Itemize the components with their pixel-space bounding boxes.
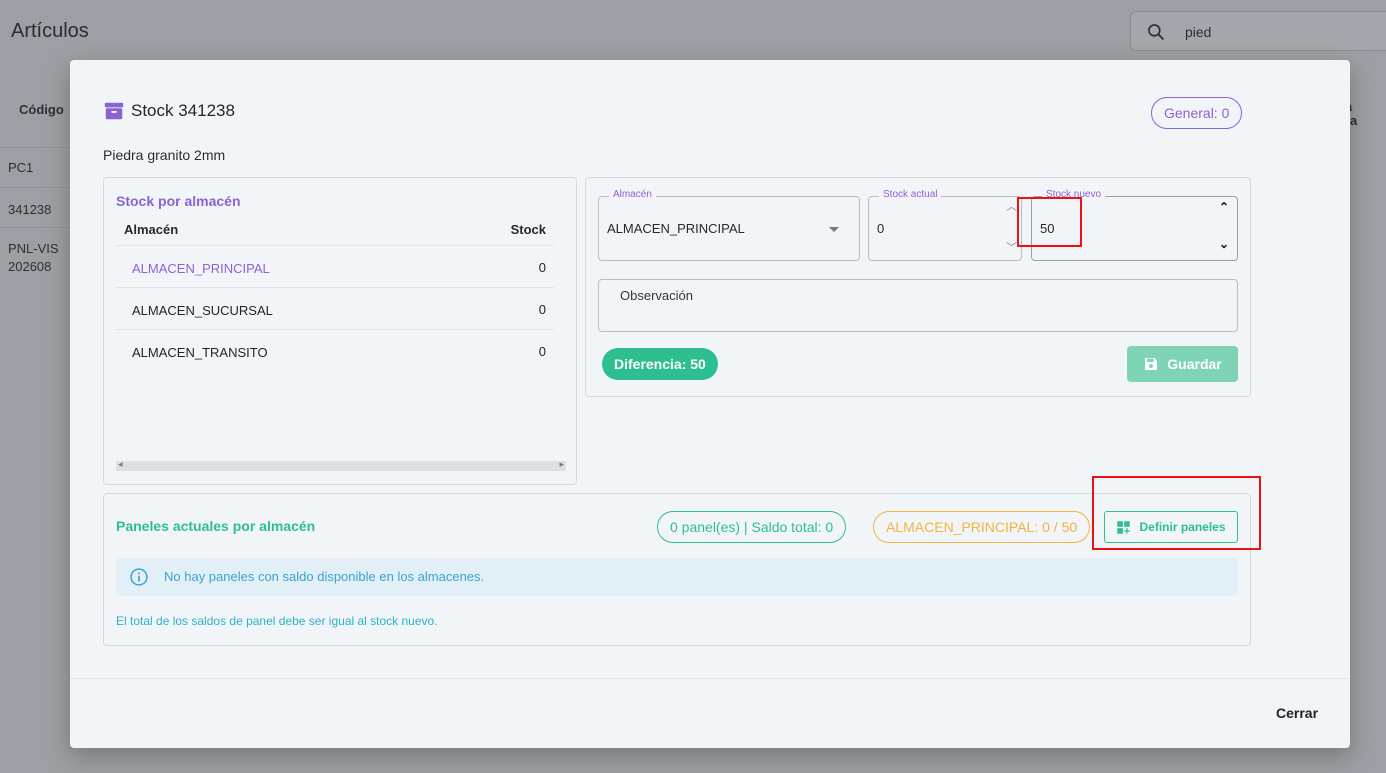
search-box[interactable]: pied (1130, 11, 1386, 51)
stock-modal: Stock 341238 General: 0 Piedra granito 2… (70, 60, 1350, 748)
increment-icon[interactable]: ⌃ (1219, 200, 1229, 214)
cerrar-button[interactable]: Cerrar (1270, 703, 1324, 723)
decrement-icon[interactable]: ﹀ (1006, 243, 1017, 254)
cell-almacen: ALMACEN_TRANSITO (132, 345, 268, 360)
cell-code-line2: 202608 (8, 259, 52, 274)
footer-divider (70, 678, 1350, 679)
highlight-stock-nuevo (1017, 197, 1082, 247)
almacen-select-label: Almacén (609, 189, 656, 200)
paneles-summary-chip: 0 panel(es) | Saldo total: 0 (657, 511, 847, 543)
column-header-codigo: Código (19, 102, 64, 117)
column-header-almacen: Almacén (124, 222, 179, 237)
horizontal-scrollbar[interactable]: ◂ ▸ (116, 459, 566, 471)
modal-title: Stock 341238 (131, 101, 235, 120)
diferencia-chip: Diferencia: 50 (602, 348, 718, 380)
cell-code: PC1 (8, 160, 34, 175)
info-message: No hay paneles con saldo disponible en l… (164, 569, 485, 584)
save-icon (1145, 358, 1158, 370)
almacen-select[interactable]: Almacén ALMACEN_PRINCIPAL (598, 189, 860, 261)
stock-actual-value: 0 (877, 221, 885, 236)
stock-por-almacen-card: Stock por almacén Almacén Stock ALMACEN_… (103, 177, 577, 485)
paneles-card: Paneles actuales por almacén 0 panel(es)… (103, 493, 1251, 646)
observacion-field[interactable]: Observación (598, 279, 1238, 332)
increment-icon[interactable]: ︿ (1006, 202, 1017, 213)
column-header-stock: Stock (510, 222, 546, 237)
archive-icon (104, 102, 124, 120)
cell-code: 341238 (8, 202, 52, 217)
card-title: Stock por almacén (116, 193, 241, 209)
cell-almacen: ALMACEN_PRINCIPAL (132, 261, 270, 276)
guardar-label: Guardar (1167, 356, 1222, 372)
paneles-title: Paneles actuales por almacén (116, 518, 316, 534)
product-description: Piedra granito 2mm (103, 147, 226, 163)
modal-header: Stock 341238 (103, 100, 235, 122)
info-alert: No hay paneles con saldo disponible en l… (116, 558, 1238, 596)
highlight-definir-paneles (1092, 476, 1261, 550)
search-input-value[interactable]: pied (1185, 24, 1211, 40)
table-header: Almacén Stock (124, 222, 546, 237)
table-row[interactable]: 341238 (0, 187, 70, 227)
table-row-almacen-principal[interactable]: ALMACEN_PRINCIPAL 0 (116, 245, 554, 287)
info-icon (130, 568, 148, 586)
general-stock-chip: General: 0 (1151, 97, 1243, 129)
table-row[interactable]: PNL-VIS 202608 (0, 227, 70, 281)
cell-code: PNL-VIS (8, 241, 59, 256)
almacen-balance-chip: ALMACEN_PRINCIPAL: 0 / 50 (873, 511, 1091, 543)
guardar-button[interactable]: Guardar (1127, 346, 1238, 382)
search-icon (1148, 24, 1165, 41)
observacion-placeholder: Observación (620, 288, 693, 303)
paneles-hint: El total de los saldos de panel debe ser… (116, 614, 438, 628)
scroll-left-icon[interactable]: ◂ (118, 459, 123, 470)
cell-stock: 0 (538, 344, 546, 359)
almacen-select-value: ALMACEN_PRINCIPAL (607, 221, 745, 236)
decrement-icon[interactable]: ⌄ (1219, 237, 1229, 251)
stock-form-card: Almacén ALMACEN_PRINCIPAL Stock actual 0… (585, 177, 1251, 397)
table-row-almacen-sucursal[interactable]: ALMACEN_SUCURSAL 0 (116, 287, 554, 329)
stock-actual-label: Stock actual (879, 189, 942, 200)
table-row[interactable]: PC1 (0, 147, 70, 187)
cell-stock: 0 (538, 260, 546, 275)
stock-actual-field[interactable]: Stock actual 0 ︿ ﹀ (868, 189, 1022, 261)
page-title: Artículos (11, 20, 89, 42)
cell-almacen: ALMACEN_SUCURSAL (132, 303, 273, 318)
chevron-down-icon (829, 227, 839, 232)
scroll-right-icon[interactable]: ▸ (559, 459, 564, 470)
table-row-almacen-transito[interactable]: ALMACEN_TRANSITO 0 (116, 329, 554, 371)
cell-stock: 0 (538, 302, 546, 317)
